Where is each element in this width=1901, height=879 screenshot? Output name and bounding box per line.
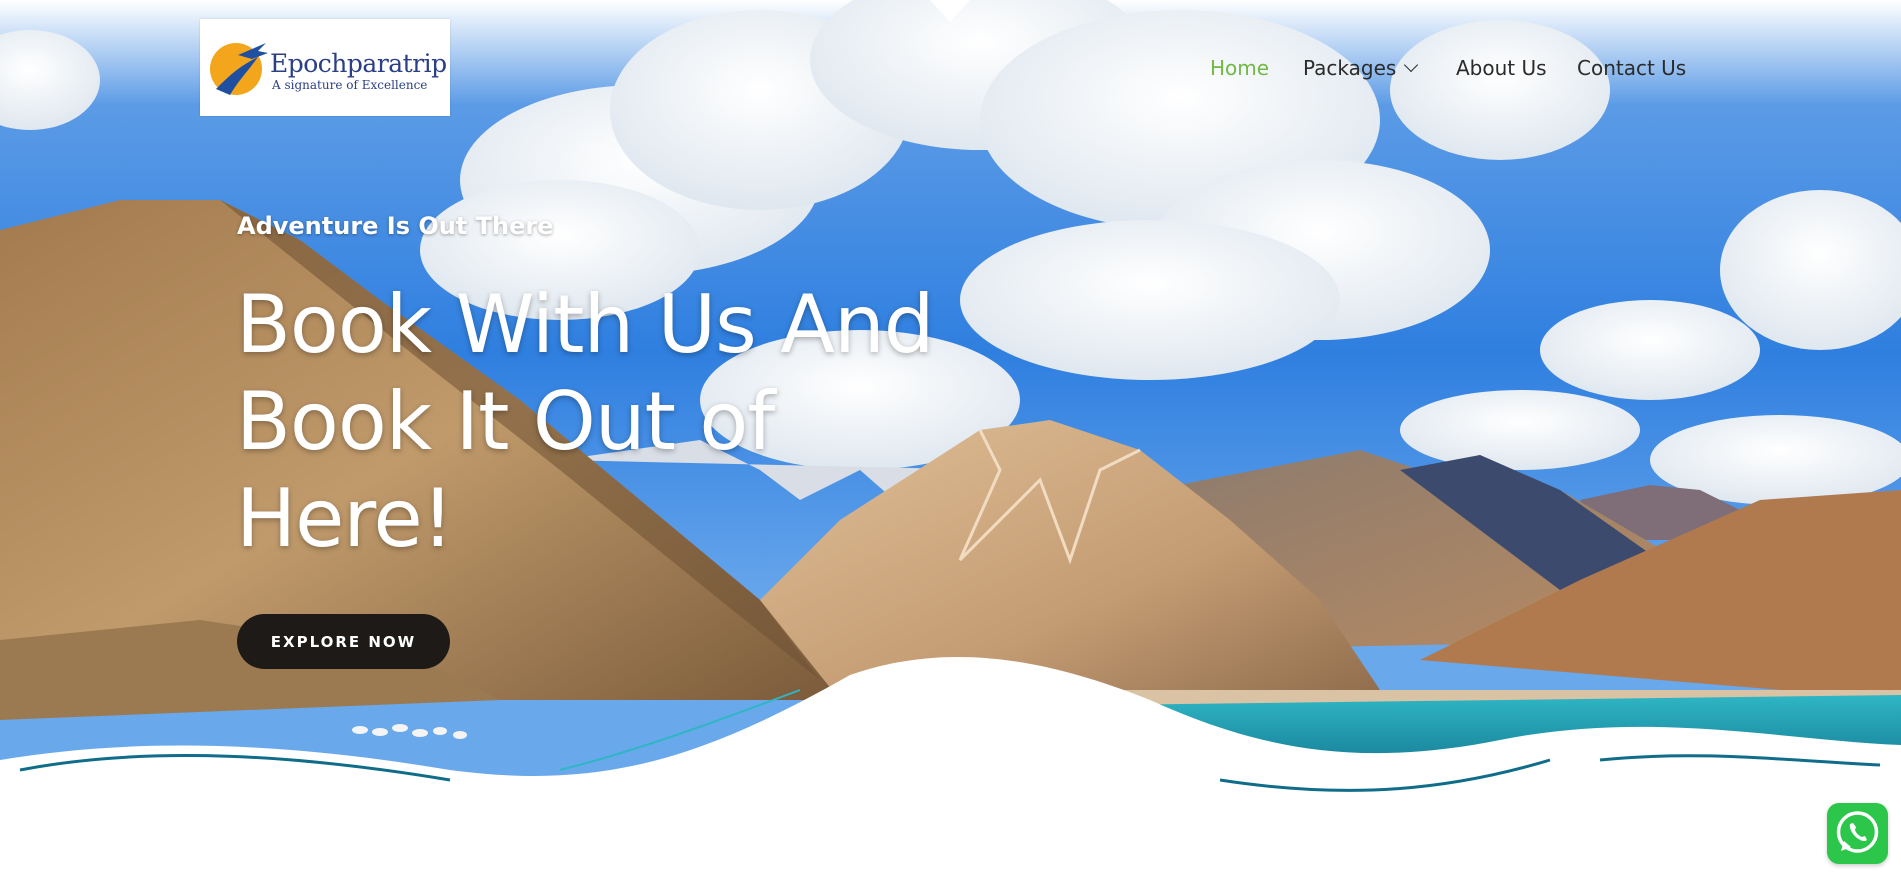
headline-line-1: Book With Us And [236, 278, 934, 371]
nav-contact-us[interactable]: Contact Us [1577, 56, 1686, 82]
headline-line-2: Book It Out of [236, 375, 776, 468]
chevron-down-icon [1404, 57, 1419, 73]
explore-now-button[interactable]: EXPLORE NOW [237, 614, 450, 669]
site-logo[interactable]: Epochparatrip A signature of Excellence [200, 19, 450, 116]
nav-packages[interactable]: Packages [1303, 56, 1419, 82]
hero-subtitle: Adventure Is Out There [237, 212, 554, 240]
nav-packages-label: Packages [1303, 56, 1397, 80]
brand-tagline: A signature of Excellence [272, 78, 428, 92]
brand-name: Epochparatrip [270, 49, 447, 78]
hero-section: Epochparatrip A signature of Excellence … [0, 0, 1901, 879]
site-header: Epochparatrip A signature of Excellence … [0, 0, 1901, 130]
whatsapp-icon [1836, 811, 1879, 853]
nav-home[interactable]: Home [1210, 56, 1269, 82]
airplane-sun-logo-icon [210, 43, 268, 95]
whatsapp-button[interactable] [1827, 803, 1888, 864]
headline-line-3: Here! [236, 472, 454, 565]
hero-headline: Book With Us And Book It Out of Here! [236, 276, 1016, 567]
nav-about-us[interactable]: About Us [1456, 56, 1547, 82]
